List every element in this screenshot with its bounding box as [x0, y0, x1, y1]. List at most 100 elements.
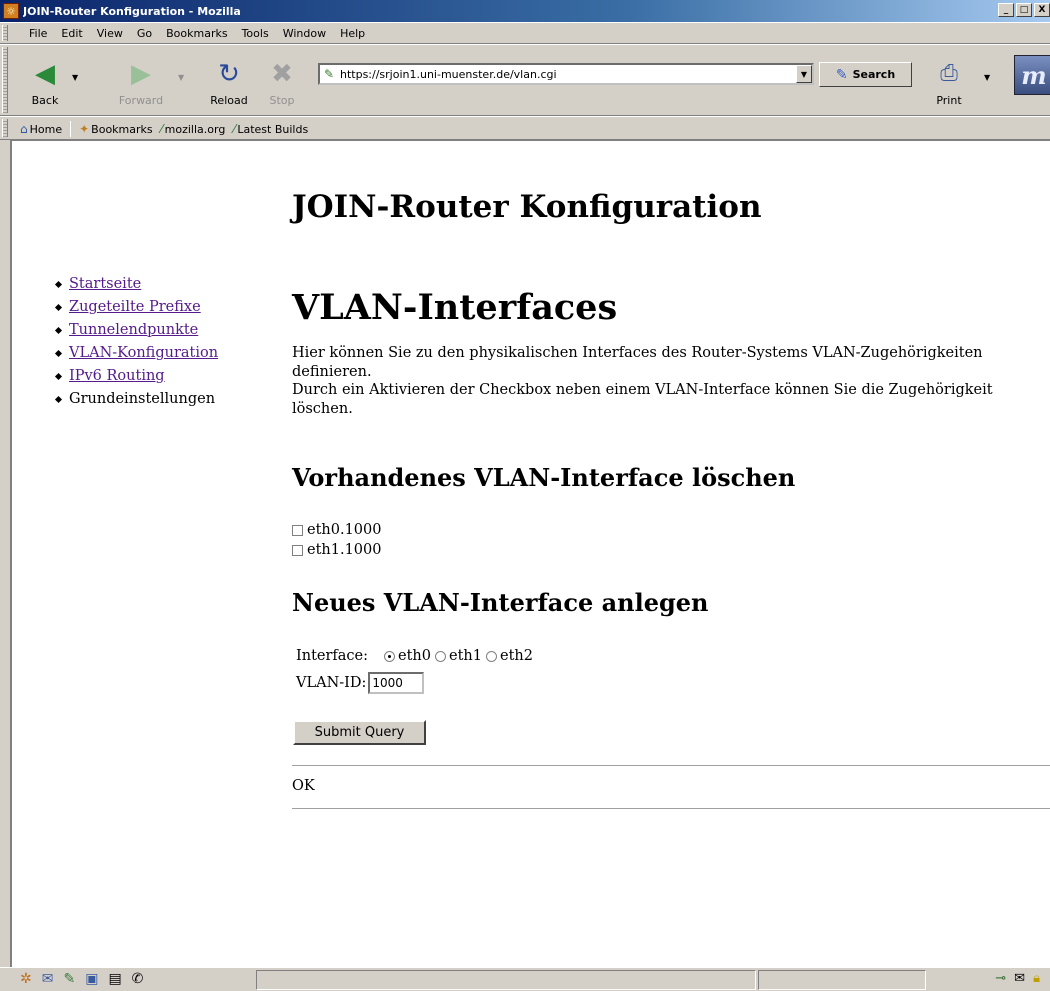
menu-window[interactable]: Window: [276, 27, 333, 40]
menu-bookmarks[interactable]: Bookmarks: [159, 27, 234, 40]
nav-link-vlan[interactable]: VLAN-Konfiguration: [69, 345, 218, 361]
bookmark-latest-builds-label: Latest Builds: [237, 122, 309, 136]
popup-blocker-icon[interactable]: ✉: [1014, 971, 1025, 986]
existing-interface-label: eth0.1000: [307, 522, 382, 538]
url-input[interactable]: [338, 67, 796, 81]
radio-eth0[interactable]: [384, 650, 396, 662]
back-button[interactable]: ◀ Back: [18, 49, 72, 107]
bookmarks-icon: ✦: [79, 122, 90, 136]
bookmark-home-label: Home: [29, 122, 63, 136]
nav-item-startseite: Startseite: [54, 273, 218, 296]
nav-item-vlan: VLAN-Konfiguration: [54, 342, 218, 365]
mozilla-app-icon[interactable]: ☼: [3, 3, 19, 19]
reload-button[interactable]: ↻ Reload: [202, 49, 256, 107]
navigation-toolbar: ◀ Back ▼ ▶ Forward ▼ ↻ Reload ✖ Stop ✎ ▼…: [0, 44, 1050, 116]
mozilla-logo-icon[interactable]: m: [1014, 55, 1050, 95]
web-components-icon[interactable]: ✆: [132, 971, 144, 987]
nav-link-tunnelendpunkte[interactable]: Tunnelendpunkte: [69, 322, 198, 338]
bookmarks-toolbar: ⌂ Home ✦ Bookmarks ⁄ mozilla.org ⁄ Lates…: [0, 116, 1050, 140]
toolbar-grip[interactable]: [2, 25, 8, 41]
menu-view[interactable]: View: [90, 27, 130, 40]
page-title: JOIN-Router Konfiguration: [292, 189, 762, 225]
vlan-id-row: VLAN-ID:: [296, 672, 425, 694]
component-bar: ✲ ✉ ✎ ▣ ▤ ✆: [20, 971, 143, 987]
radio-eth2-label: eth2: [499, 648, 533, 664]
toolbar-grip[interactable]: [2, 47, 8, 113]
search-button[interactable]: ✎ Search: [819, 62, 912, 87]
nav-link-ipv6-routing[interactable]: IPv6 Routing: [69, 368, 165, 384]
nav-link-prefixe[interactable]: Zugeteilte Prefixe: [69, 299, 201, 315]
section-title: VLAN-Interfaces: [292, 287, 618, 328]
search-icon: ✎: [835, 66, 848, 83]
nav-text-grundeinstellungen: Grundeinstellungen: [69, 391, 216, 407]
forward-label: Forward: [118, 94, 164, 107]
vlan-id-label: VLAN-ID:: [296, 675, 367, 691]
nav-item-ipv6: IPv6 Routing: [54, 365, 218, 388]
bookmark-bookmarks-label: Bookmarks: [91, 122, 153, 136]
printer-icon: ⎙: [940, 61, 958, 86]
maximize-button[interactable]: □: [1016, 3, 1032, 17]
print-label: Print: [936, 94, 962, 107]
bookmark-home[interactable]: ⌂ Home: [16, 122, 66, 136]
nav-link-startseite[interactable]: Startseite: [69, 276, 141, 292]
url-bar[interactable]: ✎ ▼: [318, 63, 814, 85]
chat-icon[interactable]: ▤: [108, 971, 121, 987]
home-icon: ⌂: [20, 122, 28, 136]
stop-button[interactable]: ✖ Stop: [262, 49, 302, 107]
vlan-id-input[interactable]: [368, 672, 425, 694]
divider: [292, 808, 1050, 810]
menu-tools[interactable]: Tools: [235, 27, 276, 40]
new-heading: Neues VLAN-Interface anlegen: [292, 588, 709, 617]
page-content: JOIN-Router Konfiguration Startseite Zug…: [10, 140, 1050, 967]
menu-help[interactable]: Help: [333, 27, 372, 40]
delete-checkbox-eth1-1000[interactable]: [292, 544, 303, 556]
divider: [292, 765, 1050, 767]
bookmark-latest-builds[interactable]: ⁄ Latest Builds: [229, 122, 312, 136]
back-arrow-icon: ◀: [35, 59, 55, 89]
bookmark-bookmarks[interactable]: ✦ Bookmarks: [75, 122, 157, 136]
navigator-icon[interactable]: ✲: [20, 971, 32, 987]
menu-go[interactable]: Go: [130, 27, 159, 40]
back-dropdown-icon[interactable]: ▼: [72, 73, 78, 82]
window-controls: _ □ X: [996, 3, 1050, 17]
delete-checkbox-eth0-1000[interactable]: [292, 524, 303, 536]
interface-label: Interface:: [296, 648, 369, 664]
bookmark-link-icon: ⁄: [233, 122, 236, 136]
stop-icon: ✖: [271, 59, 293, 89]
existing-interface-row: eth0.1000: [292, 522, 381, 538]
toolbar-grip[interactable]: [2, 119, 8, 137]
result-message: OK: [292, 778, 315, 794]
intro-line-2: Durch ein Aktivieren der Checkbox neben …: [292, 382, 993, 417]
submit-button[interactable]: Submit Query: [293, 720, 426, 745]
close-button[interactable]: X: [1034, 3, 1050, 17]
security-lock-icon[interactable]: 🔒︎: [1033, 971, 1040, 986]
menu-file[interactable]: File: [22, 27, 54, 40]
bookmark-mozilla-org[interactable]: ⁄ mozilla.org: [157, 122, 230, 136]
radio-eth2[interactable]: [485, 650, 497, 662]
print-dropdown-icon[interactable]: ▼: [984, 73, 990, 82]
reload-label: Reload: [210, 94, 248, 107]
radio-eth1-label: eth1: [449, 648, 482, 664]
forward-dropdown-icon[interactable]: ▼: [178, 73, 184, 82]
radio-eth1[interactable]: [435, 650, 446, 662]
interface-row: Interface: eth0 eth1 eth2: [296, 648, 533, 664]
menu-edit[interactable]: Edit: [54, 27, 89, 40]
intro-line-1: Hier können Sie zu den physikalischen In…: [292, 345, 983, 380]
search-label: Search: [852, 68, 896, 81]
print-button[interactable]: ⎙ Print: [926, 49, 972, 107]
forward-button[interactable]: ▶ Forward: [114, 49, 168, 107]
mail-icon[interactable]: ✉: [42, 971, 54, 987]
composer-icon[interactable]: ✎: [63, 971, 75, 987]
existing-interface-label: eth1.1000: [307, 542, 382, 558]
online-status-icon[interactable]: ⊸: [995, 971, 1006, 986]
reload-icon: ↻: [218, 59, 240, 89]
bookmark-link-icon: ⁄: [160, 122, 163, 136]
url-dropdown-icon[interactable]: ▼: [796, 65, 812, 83]
existing-interface-row: eth1.1000: [292, 542, 381, 558]
minimize-button[interactable]: _: [998, 3, 1014, 17]
bookmark-separator: [70, 121, 72, 137]
menu-bar: File Edit View Go Bookmarks Tools Window…: [0, 22, 1050, 44]
address-book-icon[interactable]: ▣: [85, 971, 98, 987]
status-text-panel: [256, 970, 756, 990]
side-navigation: Startseite Zugeteilte Prefixe Tunnelendp…: [54, 273, 218, 411]
